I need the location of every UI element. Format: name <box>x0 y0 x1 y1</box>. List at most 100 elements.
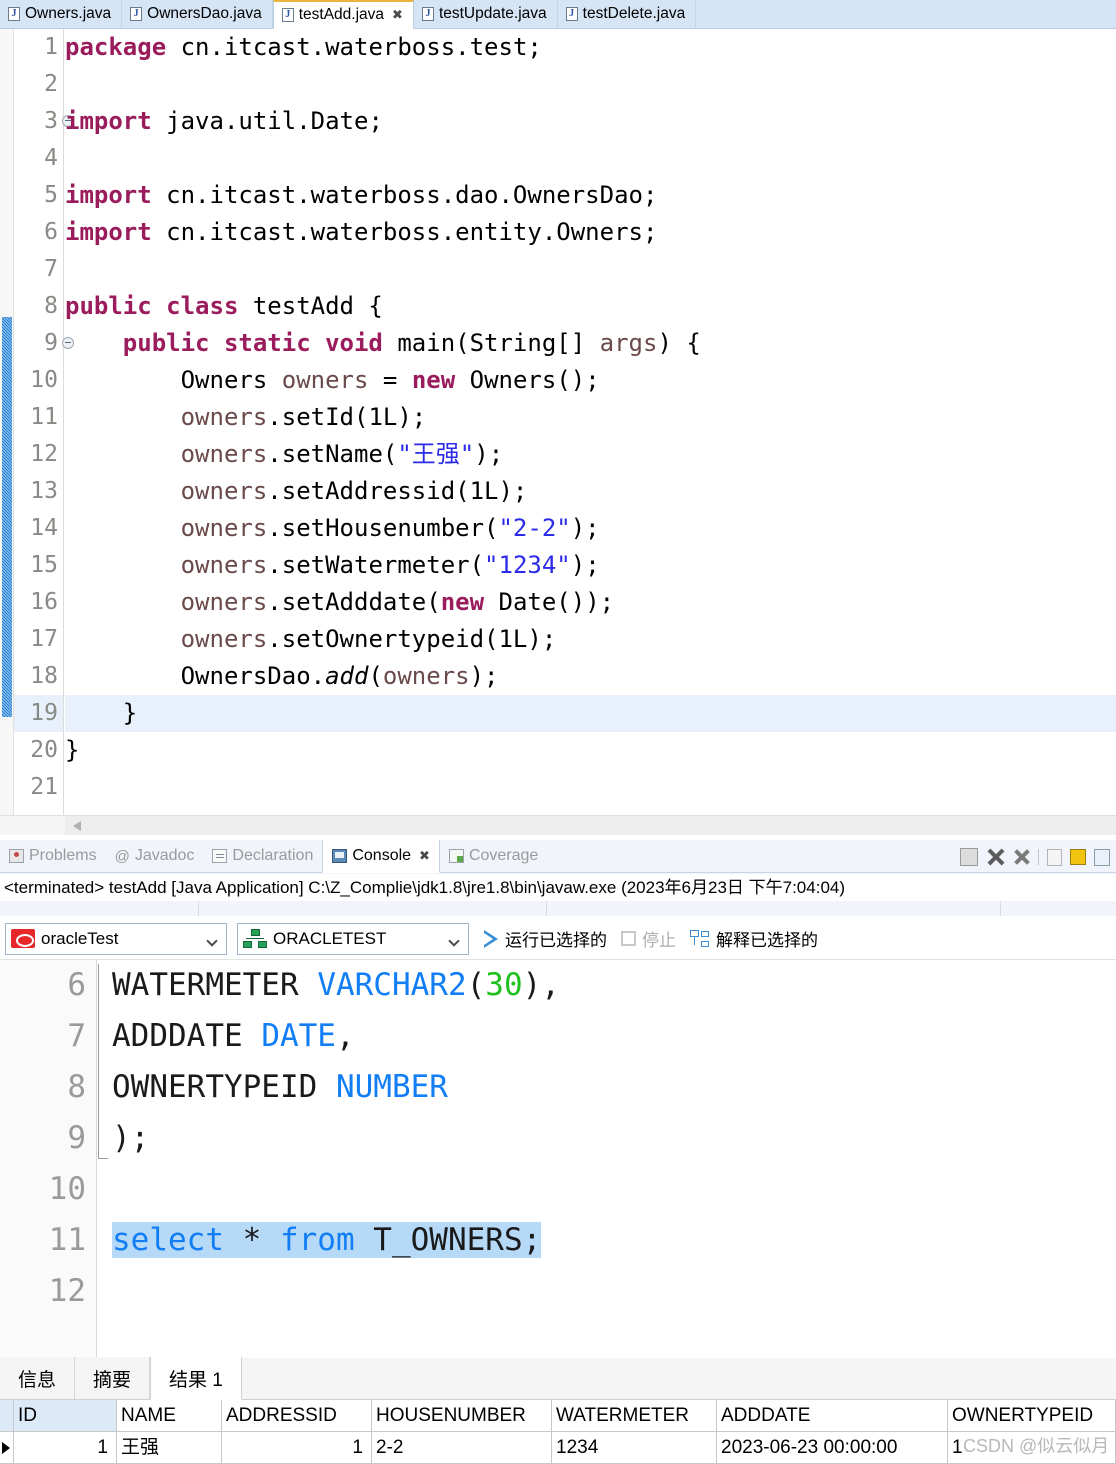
table-cell[interactable]: 2023-06-23 00:00:00 <box>717 1432 948 1464</box>
console-tab-declaration[interactable]: Declaration <box>203 840 322 873</box>
java-code-line[interactable]: owners.setAdddate(new Date()); <box>65 584 1116 621</box>
sql-code-line[interactable]: select * from T_OWNERS; <box>98 1215 1116 1266</box>
scroll-lock-icon[interactable] <box>1070 849 1086 865</box>
java-code-line[interactable] <box>65 251 1116 288</box>
table-row[interactable]: 1 王强 1 2-2 1234 2023-06-23 00:00:00 1 <box>0 1432 1116 1464</box>
run-selected-label: 运行已选择的 <box>505 931 607 950</box>
code-token: owners <box>180 551 268 579</box>
column-header[interactable]: HOUSENUMBER <box>372 1400 552 1432</box>
table-cell[interactable]: 1 <box>14 1432 117 1464</box>
java-code-line[interactable]: owners.setId(1L); <box>65 399 1116 436</box>
java-file-icon <box>565 6 578 21</box>
result-tab-0[interactable]: 信息 <box>0 1357 76 1399</box>
column-header[interactable]: WATERMETER <box>552 1400 717 1432</box>
scroll-left-arrow-icon[interactable] <box>73 821 81 831</box>
column-header[interactable]: ADDRESSID <box>222 1400 372 1432</box>
java-horizontal-scrollbar[interactable] <box>65 815 1116 835</box>
sql-token: ); <box>112 1120 150 1156</box>
table-cell[interactable]: 1 <box>948 1432 1116 1464</box>
sql-code-line[interactable]: OWNERTYPEID NUMBER <box>98 1062 1116 1113</box>
java-code-line[interactable]: owners.setOwnertypeid(1L); <box>65 621 1116 658</box>
java-code-line[interactable] <box>65 140 1116 177</box>
java-file-icon <box>281 7 294 22</box>
sql-worksheet-editor[interactable]: 6 7 8 9 10 11 12 WATERMETER VARCHAR2(30), ADDDA… <box>0 960 1116 1358</box>
editor-tab-2[interactable]: testAdd.java ✖ <box>272 0 414 29</box>
editor-tab-0[interactable]: Owners.java <box>0 0 123 28</box>
sql-token: ADDDATE <box>112 1018 262 1054</box>
schema-selector[interactable]: ORACLETEST <box>237 922 469 955</box>
editor-tab-3[interactable]: testUpdate.java <box>413 0 558 28</box>
result-tab-2[interactable]: 结果 1 <box>150 1357 242 1400</box>
column-header[interactable]: ID <box>14 1400 117 1432</box>
java-line-number: 10 <box>30 367 58 393</box>
java-code-area[interactable]: package cn.itcast.waterboss.test; import… <box>65 29 1116 835</box>
close-icon[interactable]: ✖ <box>419 849 430 864</box>
declaration-icon <box>212 849 228 863</box>
code-token: .setAdddate( <box>267 588 441 616</box>
java-line-number: 4 <box>44 145 58 171</box>
run-selected-button[interactable]: 运行已选择的 <box>483 926 607 951</box>
java-code-line[interactable]: package cn.itcast.waterboss.test; <box>65 29 1116 66</box>
table-cell[interactable]: 1234 <box>552 1432 717 1464</box>
query-result-grid[interactable]: ID NAME ADDRESSID HOUSENUMBER WATERMETER ADDD… <box>0 1400 1116 1464</box>
console-column-tick <box>1000 901 1001 916</box>
sql-code-line[interactable] <box>98 1266 1116 1317</box>
console-tab-bar: Problems @ Javadoc Declaration Console ✖ Cover… <box>0 840 1116 873</box>
java-code-line[interactable]: } <box>65 732 1116 769</box>
java-code-line[interactable] <box>65 769 1116 806</box>
table-cell[interactable]: 2-2 <box>372 1432 552 1464</box>
editor-tab-4[interactable]: testDelete.java <box>557 0 697 28</box>
stop-icon[interactable] <box>960 848 978 866</box>
run-icon <box>483 929 499 948</box>
java-code-line[interactable]: Owners owners = new Owners(); <box>65 362 1116 399</box>
sql-code-line[interactable] <box>98 1164 1116 1215</box>
java-code-line[interactable]: public static void main(String[] args) { <box>65 325 1116 362</box>
connection-selector[interactable]: oracleTest <box>5 922 227 955</box>
java-code-line[interactable]: OwnersDao.add(owners); <box>65 658 1116 695</box>
remove-launch-icon[interactable] <box>986 848 1004 866</box>
java-code-line[interactable]: owners.setAddressid(1L); <box>65 473 1116 510</box>
java-line-number: 5 <box>44 182 58 208</box>
editor-tab-1[interactable]: OwnersDao.java <box>122 0 273 28</box>
chevron-down-icon[interactable] <box>206 934 218 947</box>
sql-code-line[interactable]: ADDDATE DATE, <box>98 1011 1116 1062</box>
pin-console-icon[interactable] <box>1094 848 1110 866</box>
console-tab-console[interactable]: Console ✖ <box>322 840 440 873</box>
column-header[interactable]: ADDDATE <box>717 1400 948 1432</box>
code-token: owners <box>180 588 268 616</box>
explain-selected-button[interactable]: 解释已选择的 <box>690 926 818 951</box>
stop-label: 停止 <box>642 931 676 950</box>
java-source-editor[interactable]: 1 2 3 4 5 6 7 8 9 10 11 12 13 14 15 16 17 18 19 20 21 packag… <box>0 29 1116 835</box>
result-tab-1[interactable]: 摘要 <box>75 1357 151 1399</box>
java-code-line[interactable]: owners.setName("王强"); <box>65 436 1116 473</box>
java-code-line[interactable]: import java.util.Date; <box>65 103 1116 140</box>
java-line-number: 7 <box>44 256 58 282</box>
statement-bracket-indicator <box>98 964 108 1159</box>
java-file-icon <box>421 6 434 21</box>
sql-code-line[interactable]: WATERMETER VARCHAR2(30), <box>98 960 1116 1011</box>
sql-line-number-gutter: 6 7 8 9 10 11 12 <box>0 960 97 1358</box>
table-cell[interactable]: 1 <box>222 1432 372 1464</box>
code-token: ); <box>469 662 499 690</box>
remove-all-launches-icon[interactable] <box>1012 848 1030 866</box>
close-icon[interactable]: ✖ <box>392 8 403 23</box>
java-code-line[interactable]: import cn.itcast.waterboss.dao.OwnersDao… <box>65 177 1116 214</box>
console-tab-problems[interactable]: Problems <box>0 840 106 873</box>
java-code-line[interactable]: owners.setHousenumber("2-2"); <box>65 510 1116 547</box>
java-code-line[interactable]: } <box>65 695 1116 732</box>
column-header[interactable]: NAME <box>117 1400 222 1432</box>
row-marker-cell[interactable] <box>0 1432 14 1464</box>
clear-console-icon[interactable] <box>1047 848 1062 866</box>
column-header[interactable]: OWNERTYPEID <box>948 1400 1116 1432</box>
sql-code-area[interactable]: WATERMETER VARCHAR2(30), ADDDATE DATE, OWN… <box>98 960 1116 1358</box>
chevron-down-icon[interactable] <box>448 934 460 947</box>
console-tab-coverage[interactable]: Coverage <box>440 840 547 873</box>
java-code-line[interactable]: import cn.itcast.waterboss.entity.Owners… <box>65 214 1116 251</box>
sql-code-line[interactable]: ); <box>98 1113 1116 1164</box>
console-tab-javadoc[interactable]: @ Javadoc <box>106 840 204 873</box>
stop-button: 停止 <box>621 926 676 951</box>
java-code-line[interactable] <box>65 66 1116 103</box>
java-code-line[interactable]: owners.setWatermeter("1234"); <box>65 547 1116 584</box>
java-code-line[interactable]: public class testAdd { <box>65 288 1116 325</box>
table-cell[interactable]: 王强 <box>117 1432 222 1464</box>
